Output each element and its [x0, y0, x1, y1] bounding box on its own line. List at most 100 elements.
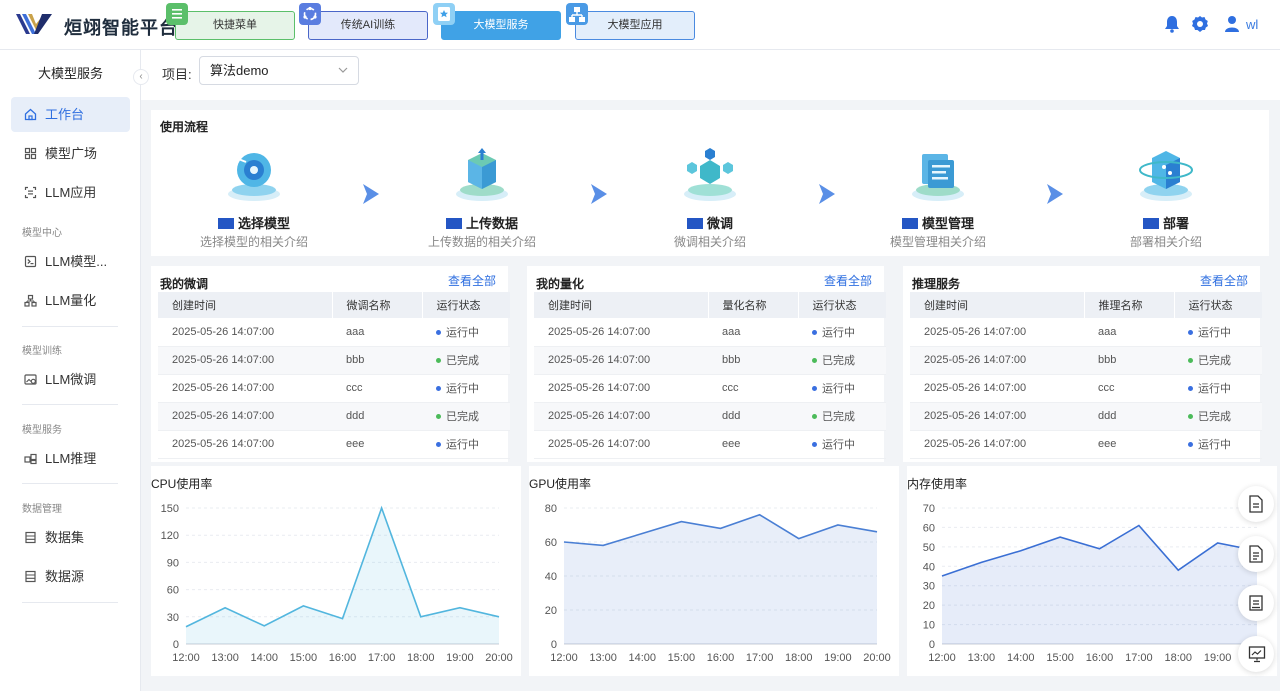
created-time-cell: 2025-05-26 14:07:00: [910, 430, 1084, 459]
username[interactable]: wl: [1246, 17, 1258, 32]
name-cell: bbb: [332, 346, 422, 375]
data-point: [980, 561, 983, 564]
x-tick-label: 18:00: [1164, 652, 1192, 664]
floating-ocr-button[interactable]: [1238, 585, 1274, 621]
data-point: [876, 530, 879, 533]
name-cell: ccc: [1084, 374, 1174, 403]
sidebar-item-label: 数据源: [45, 569, 85, 584]
name-cell: ddd: [1084, 402, 1174, 431]
chart-title: GPU使用率: [529, 477, 592, 491]
tab-llm-service[interactable]: 大模型服务: [441, 11, 561, 40]
flow-step-model-management[interactable]: 模型管理 模型管理相关介绍: [868, 142, 1008, 250]
step-mark-icon: [1142, 218, 1159, 229]
flow-step-desc: 选择模型的相关介绍: [199, 235, 308, 249]
floating-presentation-button[interactable]: [1238, 636, 1274, 672]
sidebar-item-label: LLM应用: [45, 185, 97, 200]
status-cell: 运行中: [1174, 430, 1262, 459]
flow-step-finetune[interactable]: 微调 微调相关介绍: [640, 142, 780, 250]
sidebar-item-llm-quantization[interactable]: LLM量化: [11, 283, 130, 318]
y-tick-label: 40: [923, 561, 935, 573]
sidebar-item-llm-inference[interactable]: LLM推理: [11, 441, 130, 476]
column-header: 运行状态: [1173, 292, 1262, 318]
status-dot-icon: [1188, 329, 1193, 335]
sidebar-collapse-button[interactable]: ‹: [133, 69, 149, 85]
sidebar-item-model-square[interactable]: 模型广场: [11, 136, 130, 171]
x-tick-label: 17:00: [368, 652, 396, 664]
tab-label: 大模型应用: [607, 19, 663, 31]
sidebar-item-llm-app[interactable]: LLM应用: [11, 175, 130, 210]
view-all-link[interactable]: 查看全部: [824, 272, 872, 289]
sidebar-group-model-service: 模型服务: [22, 425, 62, 436]
status-cell: 运行中: [798, 430, 886, 459]
status-cell: 已完成: [798, 402, 886, 431]
table-row[interactable]: 2025-05-26 14:07:00 ccc 运行中: [910, 374, 1262, 403]
data-point: [1059, 536, 1062, 539]
created-time-cell: 2025-05-26 14:07:00: [534, 374, 708, 403]
sidebar-item-llm-finetune[interactable]: LLM微调: [11, 362, 130, 397]
x-tick-label: 14:00: [1007, 652, 1035, 664]
view-all-link[interactable]: 查看全部: [448, 272, 496, 289]
table-row[interactable]: 2025-05-26 14:07:00 aaa 运行中: [910, 318, 1262, 347]
data-table: 创建时间 推理名称 运行状态 2025-05-26 14:07:00 aaa 运行中…: [910, 292, 1262, 459]
table-row[interactable]: 2025-05-26 14:07:00 eee 运行中: [534, 430, 886, 459]
sidebar-item-datasource[interactable]: 数据源: [11, 559, 130, 594]
sidebar-item-label: LLM量化: [45, 293, 97, 308]
data-point: [185, 625, 188, 628]
bell-icon[interactable]: [1164, 15, 1180, 33]
table-row[interactable]: 2025-05-26 14:07:00 ccc 运行中: [158, 374, 510, 403]
flow-step-select-model[interactable]: 选择模型 选择模型的相关介绍: [184, 142, 324, 250]
table-row[interactable]: 2025-05-26 14:07:00 ccc 运行中: [534, 374, 886, 403]
table-row[interactable]: 2025-05-26 14:07:00 aaa 运行中: [158, 318, 510, 347]
table-row[interactable]: 2025-05-26 14:07:00 aaa 运行中: [534, 318, 886, 347]
x-tick-label: 13:00: [589, 652, 617, 664]
sidebar-item-label: LLM推理: [45, 451, 97, 466]
home-icon: [24, 108, 37, 121]
sidebar-item-label: 模型广场: [45, 146, 98, 161]
status-dot-icon: [1188, 414, 1193, 419]
project-select[interactable]: 算法demo: [199, 56, 359, 85]
tab-traditional-ai-training[interactable]: 传统AI训练: [308, 11, 428, 40]
sidebar-item-llm-model[interactable]: LLM模型...: [11, 244, 130, 279]
status-dot-icon: [812, 329, 817, 335]
flow-step-name: 部署: [1162, 216, 1189, 231]
chart-gpu-usage: GPU使用率 0 20 40 60 80 12:00 13:00 14:00 15:00 16:0…: [529, 466, 899, 676]
column-header: 运行状态: [421, 292, 510, 318]
sidebar-item-workbench[interactable]: 工作台: [11, 97, 130, 132]
table-row[interactable]: 2025-05-26 14:07:00 eee 运行中: [158, 430, 510, 459]
table-row[interactable]: 2025-05-26 14:07:00 bbb 已完成: [534, 346, 886, 375]
data-point: [641, 532, 644, 535]
sidebar-item-dataset[interactable]: 数据集: [11, 520, 130, 555]
status-text: 已完成: [446, 355, 479, 367]
name-cell: bbb: [708, 346, 798, 375]
table-row[interactable]: 2025-05-26 14:07:00 eee 运行中: [910, 430, 1262, 459]
created-time-cell: 2025-05-26 14:07:00: [910, 318, 1084, 347]
floating-document-button[interactable]: [1238, 486, 1274, 522]
view-all-link[interactable]: 查看全部: [1200, 272, 1248, 289]
status-cell: 已完成: [1174, 402, 1262, 431]
name-cell: bbb: [1084, 346, 1174, 375]
data-point: [1177, 569, 1180, 572]
floating-document-lines-button[interactable]: [1238, 536, 1274, 572]
tab-label: 快捷菜单: [213, 19, 257, 31]
x-tick-label: 12:00: [550, 652, 578, 664]
status-text: 已完成: [822, 355, 855, 367]
flow-step-upload-data[interactable]: 上传数据 上传数据的相关介绍: [412, 142, 552, 250]
panel-my-finetune: 我的微调 查看全部 创建时间 微调名称 运行状态 2025-05-26 14:0…: [151, 266, 510, 462]
menu-icon: [166, 3, 188, 25]
flow-step-deploy[interactable]: 部署 部署相关介绍: [1096, 142, 1236, 250]
cluster-icon: [24, 294, 37, 307]
y-tick-label: 50: [923, 542, 935, 554]
status-text: 运行中: [446, 439, 479, 451]
table-row[interactable]: 2025-05-26 14:07:00 ddd 已完成: [158, 402, 510, 431]
status-dot-icon: [1188, 386, 1193, 391]
table-row[interactable]: 2025-05-26 14:07:00 bbb 已完成: [158, 346, 510, 375]
chart-title: 内存使用率: [907, 477, 968, 491]
table-row[interactable]: 2025-05-26 14:07:00 ddd 已完成: [534, 402, 886, 431]
gear-icon[interactable]: [1191, 15, 1209, 33]
table-row[interactable]: 2025-05-26 14:07:00 bbb 已完成: [910, 346, 1262, 375]
tab-llm-application[interactable]: 大模型应用: [575, 11, 695, 40]
flow-arrow-icon: [591, 184, 607, 204]
tab-quick-menu[interactable]: 快捷菜单: [175, 11, 295, 40]
user-avatar-icon[interactable]: [1224, 15, 1240, 32]
table-row[interactable]: 2025-05-26 14:07:00 ddd 已完成: [910, 402, 1262, 431]
